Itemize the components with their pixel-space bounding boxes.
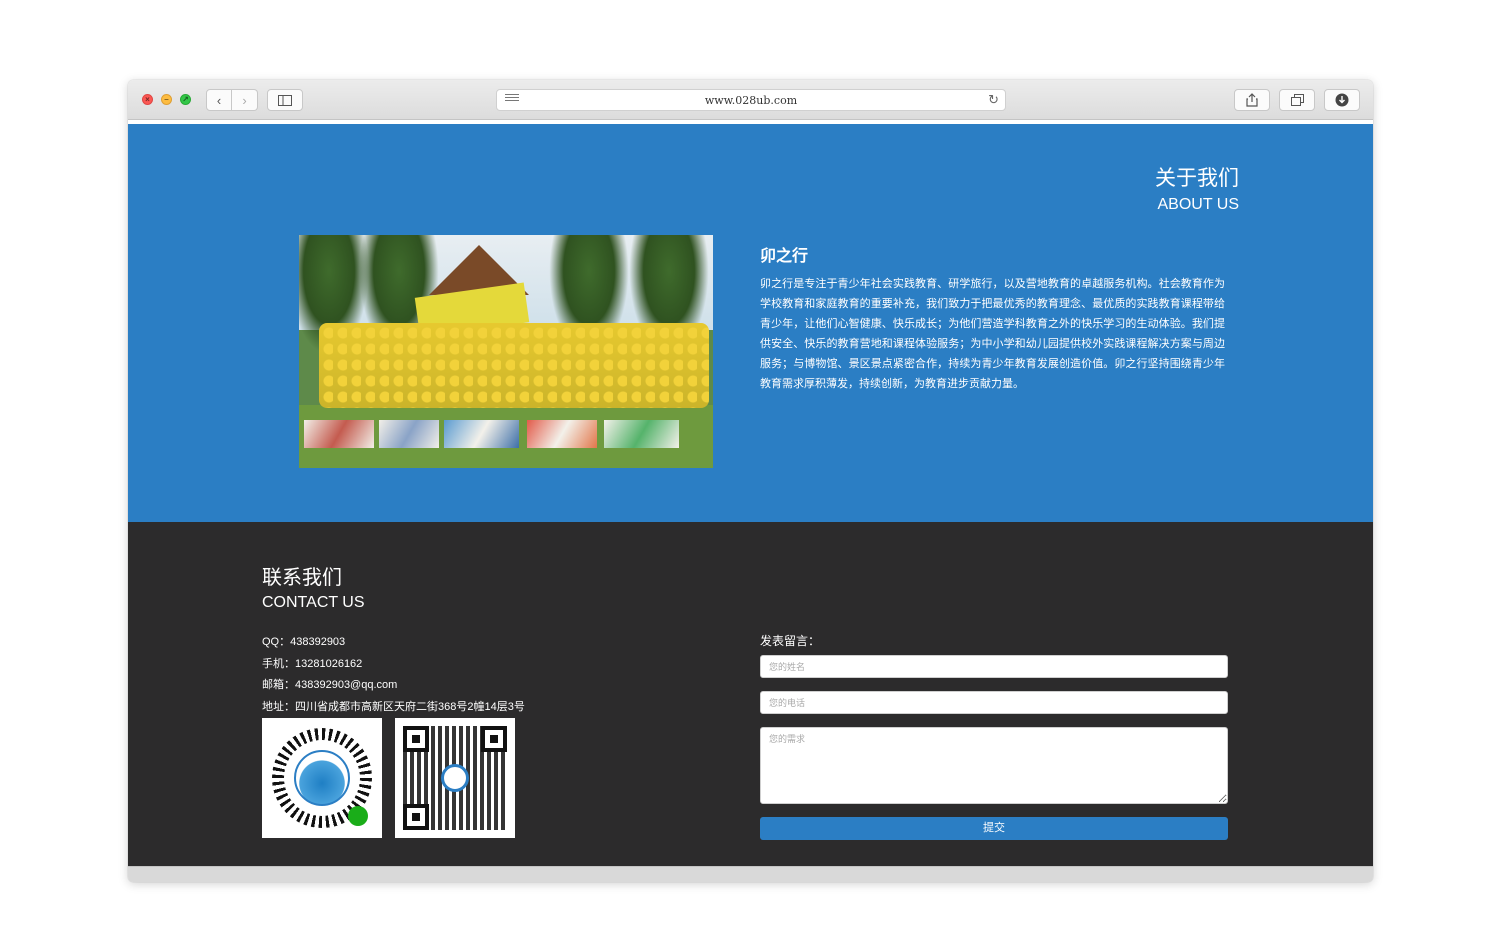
status-bar — [128, 866, 1373, 882]
navigation-buttons: ‹ › — [206, 89, 258, 111]
close-window-button[interactable]: × — [142, 94, 153, 105]
phone-input[interactable] — [760, 691, 1228, 714]
sidebar-icon — [278, 94, 292, 106]
company-name: 卯之行 — [760, 248, 809, 265]
share-button[interactable] — [1234, 89, 1270, 111]
back-button[interactable]: ‹ — [206, 89, 232, 111]
about-title-en: ABOUT US — [1157, 196, 1240, 213]
message-textarea[interactable] — [760, 727, 1228, 804]
expand-icon: ↗ — [182, 95, 189, 104]
sidebar-toggle-button[interactable] — [267, 89, 303, 111]
address-bar[interactable]: www.028ub.com ↻ — [496, 89, 1006, 111]
group-photo — [299, 235, 713, 468]
contact-title-cn: 联系我们 — [262, 567, 342, 589]
wechat-qr-code — [395, 718, 515, 838]
download-icon — [1335, 93, 1349, 107]
downloads-button[interactable] — [1324, 89, 1360, 111]
mountain-logo-icon — [294, 750, 350, 806]
wechat-mini-program-icon — [348, 806, 368, 826]
about-content: 卯之行 卯之行是专注于青少年社会实践教育、研学旅行，以及营地教育的卓越服务机构。… — [760, 246, 1225, 394]
chevron-right-icon: › — [242, 92, 247, 108]
url-text: www.028ub.com — [704, 94, 798, 107]
browser-toolbar: × – ↗ ‹ › www.028ub.com ↻ — [128, 80, 1373, 120]
minimize-icon: – — [164, 95, 169, 104]
name-input[interactable] — [760, 655, 1228, 678]
reload-icon[interactable]: ↻ — [988, 92, 999, 108]
contact-heading: 联系我们 CONTACT US — [262, 566, 365, 614]
form-label: 发表留言： — [760, 634, 821, 648]
window-controls: × – ↗ — [142, 94, 191, 105]
message-form: 发表留言： 提交 — [760, 632, 1228, 840]
zoom-window-button[interactable]: ↗ — [180, 94, 191, 105]
mountain-logo-icon — [441, 764, 469, 792]
contact-email: 邮箱：438392903@qq.com — [262, 679, 398, 691]
close-icon: × — [145, 95, 150, 104]
about-heading: 关于我们 ABOUT US — [1155, 166, 1239, 216]
about-section: 关于我们 ABOUT US 卯之行 卯之行是专注于青少年社会实践教育、研学旅行，… — [128, 124, 1373, 522]
contact-title-en: CONTACT US — [262, 594, 365, 611]
contact-qq: QQ：438392903 — [262, 636, 346, 648]
tabs-icon — [1290, 94, 1304, 106]
company-description: 卯之行是专注于青少年社会实践教育、研学旅行，以及营地教育的卓越服务机构。社会教育… — [760, 278, 1225, 390]
contact-phone: 手机：13281026162 — [262, 657, 363, 670]
contact-section: 联系我们 CONTACT US QQ：438392903 手机：13281026… — [128, 522, 1373, 866]
mini-program-qr-code — [262, 718, 382, 838]
tabs-overview-button[interactable] — [1279, 89, 1315, 111]
browser-window: × – ↗ ‹ › www.028ub.com ↻ 关于我们 ABOUT US — [128, 80, 1373, 882]
minimize-window-button[interactable]: – — [161, 94, 172, 105]
contact-info: QQ：438392903 手机：13281026162 邮箱：438392903… — [262, 632, 525, 718]
about-title-cn: 关于我们 — [1155, 167, 1239, 190]
submit-button[interactable]: 提交 — [760, 817, 1228, 840]
contact-address: 地址：四川省成都市高新区天府二街368号2幢14层3号 — [262, 700, 525, 713]
forward-button[interactable]: › — [232, 89, 258, 111]
chevron-left-icon: ‹ — [216, 92, 222, 108]
share-icon — [1246, 93, 1258, 107]
